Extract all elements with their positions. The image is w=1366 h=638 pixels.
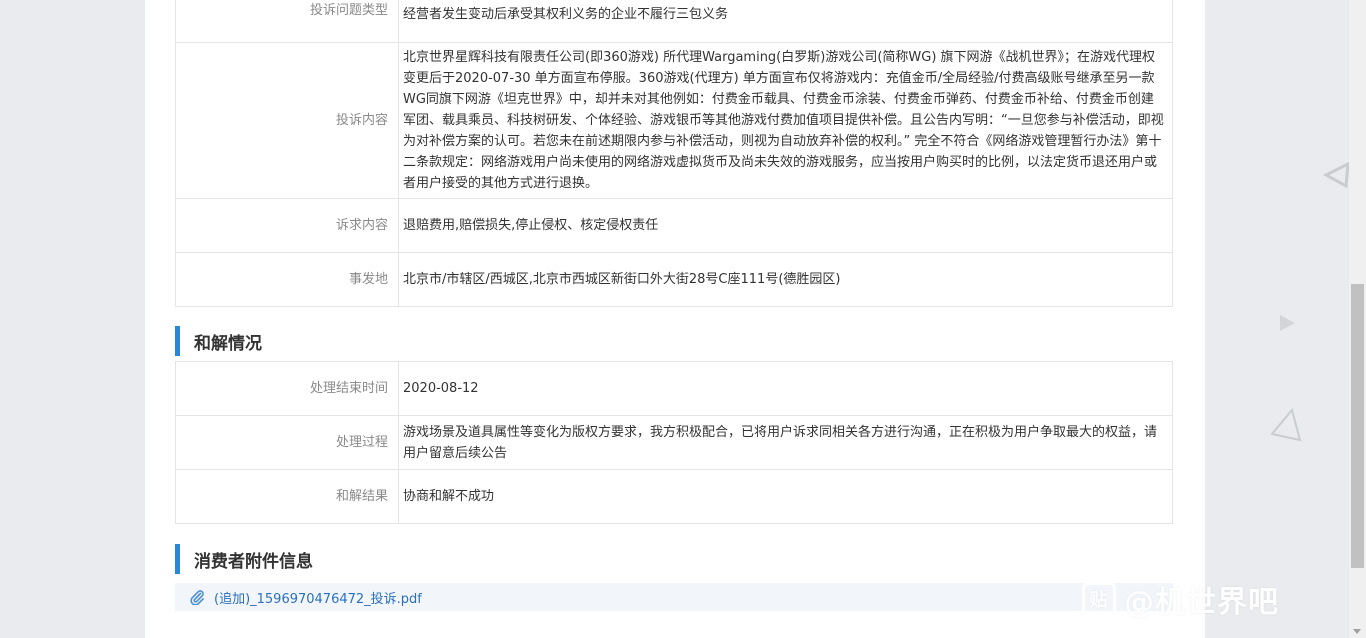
attachments-section-heading: 消费者附件信息 <box>175 544 313 574</box>
watermark-logo: 贴 <box>1082 582 1116 616</box>
attachment-link[interactable]: (追加)_1596970476472_投诉.pdf <box>214 588 422 607</box>
section-title: 和解情况 <box>194 333 262 354</box>
table-row: 事发地 北京市/市辖区/西城区,北京市西城区新街口外大街28号C座111号(德胜… <box>175 252 1173 307</box>
row-label: 和解结果 <box>175 469 399 524</box>
watermark: 贴 @机世界吧 <box>1082 576 1352 622</box>
complaint-detail-page: 投诉问题类型 经营者发生变动后承受其权利义务的企业不履行三包义务 投诉内容 北京… <box>145 0 1205 638</box>
table-row: 和解结果 协商和解不成功 <box>175 469 1173 524</box>
background-triangle-deco <box>1266 406 1306 446</box>
vertical-scrollbar[interactable] <box>1349 0 1366 638</box>
table-row: 处理过程 游戏场景及道具属性等变化为版权方要求，我方积极配合，已将用户诉求同相关… <box>175 415 1173 470</box>
row-label: 事发地 <box>175 252 399 307</box>
section-accent-bar <box>175 544 180 574</box>
watermark-text: @机世界吧 <box>1124 585 1279 620</box>
row-value: 经营者发生变动后承受其权利义务的企业不履行三包义务 <box>398 0 1173 43</box>
row-value: 北京市/市辖区/西城区,北京市西城区新街口外大街28号C座111号(德胜园区) <box>398 252 1173 307</box>
row-label: 投诉内容 <box>175 42 399 199</box>
scrollbar-thumb[interactable] <box>1351 284 1364 568</box>
settlement-table: 处理结束时间 2020-08-12 处理过程 游戏场景及道具属性等变化为版权方要… <box>175 361 1173 524</box>
table-row: 诉求内容 退赔费用,赔偿损失,停止侵权、核定侵权责任 <box>175 198 1173 253</box>
table-row: 处理结束时间 2020-08-12 <box>175 361 1173 416</box>
row-label: 处理结束时间 <box>175 361 399 416</box>
row-value: 退赔费用,赔偿损失,停止侵权、核定侵权责任 <box>398 198 1173 253</box>
table-row: 投诉问题类型 经营者发生变动后承受其权利义务的企业不履行三包义务 <box>175 0 1173 43</box>
attachment-item: (追加)_1596970476472_投诉.pdf <box>175 583 1173 611</box>
scroll-down-arrow-icon[interactable] <box>1353 629 1361 634</box>
row-label: 处理过程 <box>175 415 399 470</box>
row-value: 协商和解不成功 <box>398 469 1173 524</box>
row-value: 北京世界星辉科技有限责任公司(即360游戏) 所代理Wargaming(白罗斯)… <box>398 42 1173 199</box>
row-label: 诉求内容 <box>175 198 399 253</box>
section-accent-bar <box>175 326 180 356</box>
section-title: 消费者附件信息 <box>194 551 313 572</box>
background-triangle-deco <box>1276 312 1298 334</box>
table-row: 投诉内容 北京世界星辉科技有限责任公司(即360游戏) 所代理Wargaming… <box>175 42 1173 199</box>
settlement-section-heading: 和解情况 <box>175 326 262 356</box>
paperclip-icon <box>190 590 204 605</box>
background-triangle-deco <box>1322 160 1352 190</box>
row-label: 投诉问题类型 <box>175 0 399 43</box>
row-value: 游戏场景及道具属性等变化为版权方要求，我方积极配合，已将用户诉求同相关各方进行沟… <box>398 415 1173 470</box>
row-value: 2020-08-12 <box>398 361 1173 416</box>
complaint-details-table: 投诉问题类型 经营者发生变动后承受其权利义务的企业不履行三包义务 投诉内容 北京… <box>175 0 1173 307</box>
